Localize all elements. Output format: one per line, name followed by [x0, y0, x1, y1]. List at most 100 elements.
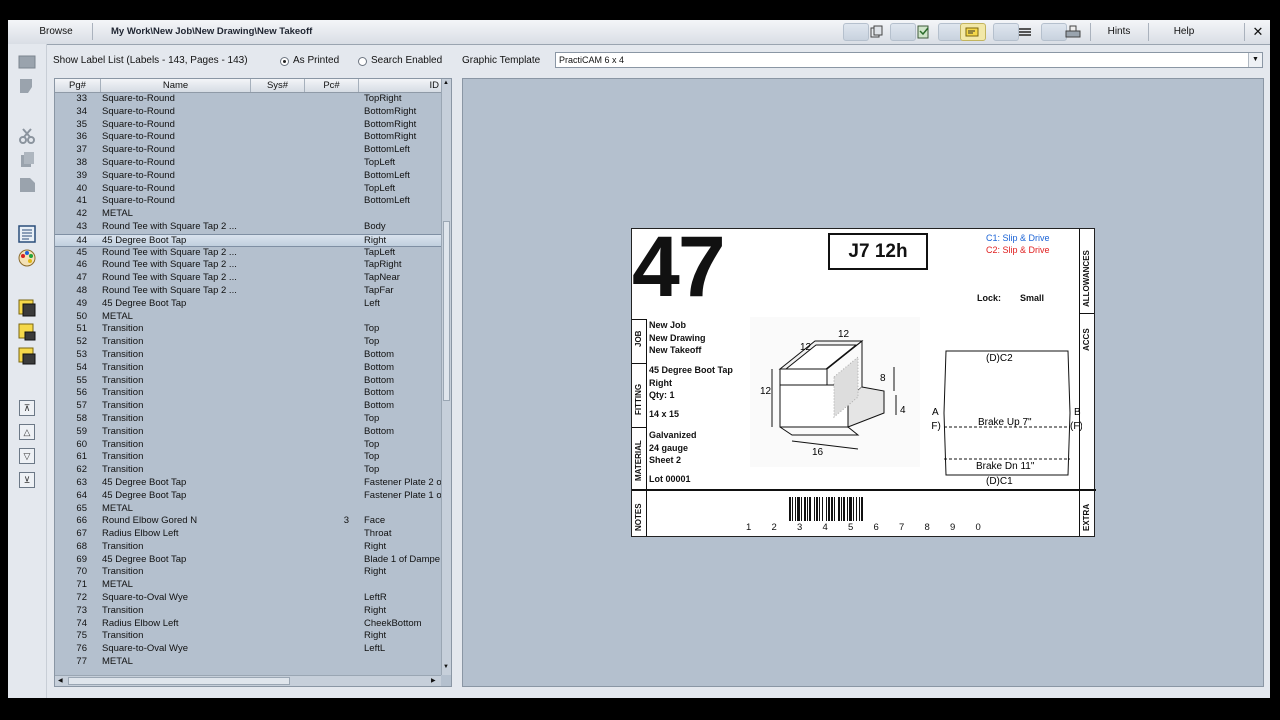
- table-row[interactable]: 46 Round Tee with Square Tap 2 ... TapRigh…: [55, 259, 441, 272]
- table-row[interactable]: 71 METAL: [55, 579, 441, 592]
- table-row[interactable]: 48 Round Tee with Square Tap 2 ... TapFar: [55, 285, 441, 298]
- table-row[interactable]: 55 Transition Bottom: [55, 375, 441, 388]
- table-row[interactable]: 52 Transition Top: [55, 336, 441, 349]
- cell-id: TapRight: [364, 259, 402, 271]
- table-row[interactable]: 43 Round Tee with Square Tap 2 ... Body: [55, 221, 441, 234]
- col-header-id[interactable]: ID: [359, 79, 441, 92]
- table-row[interactable]: 58 Transition Top: [55, 413, 441, 426]
- table-row[interactable]: 33 Square-to-Round TopRight: [55, 93, 441, 106]
- table-row[interactable]: 72 Square-to-Oval Wye LeftR: [55, 592, 441, 605]
- table-row[interactable]: 68 Transition Right: [55, 541, 441, 554]
- table-row[interactable]: 77 METAL: [55, 656, 441, 669]
- table-row[interactable]: 41 Square-to-Round BottomLeft: [55, 195, 441, 208]
- cell-id: Top: [364, 412, 380, 424]
- table-row[interactable]: 50 METAL: [55, 311, 441, 324]
- help-button[interactable]: Help: [1154, 23, 1214, 41]
- as-printed-radio[interactable]: As Printed: [280, 55, 339, 67]
- label-number: 47: [632, 219, 726, 315]
- scroll-down-icon[interactable]: ▼: [443, 664, 449, 670]
- palette-icon[interactable]: [16, 248, 38, 268]
- hints-button[interactable]: Hints: [1094, 23, 1144, 41]
- move-down-icon[interactable]: ▽: [19, 448, 35, 464]
- browse-button[interactable]: Browse: [20, 23, 93, 40]
- cell-name: Transition: [102, 451, 144, 463]
- label-card[interactable]: 4 7 J7 12h C1: Slip & Drive C2: Slip & Dr…: [631, 223, 1096, 537]
- table-row[interactable]: 69 45 Degree Boot Tap Blade 1 of Dampe: [55, 554, 441, 567]
- print-selected-icon[interactable]: [16, 322, 38, 342]
- table-row[interactable]: 64 45 Degree Boot Tap Fastener Plate 1 o: [55, 490, 441, 503]
- col-header-pc[interactable]: Pc#: [305, 79, 359, 92]
- table-row[interactable]: 38 Square-to-Round TopLeft: [55, 157, 441, 170]
- table-row[interactable]: 37 Square-to-Round BottomLeft: [55, 144, 441, 157]
- table-row[interactable]: 49 45 Degree Boot Tap Left: [55, 298, 441, 311]
- col-header-name[interactable]: Name: [101, 79, 251, 92]
- cell-id: BottomLeft: [364, 169, 410, 181]
- table-row[interactable]: 70 Transition Right: [55, 566, 441, 579]
- cut-icon[interactable]: [16, 126, 38, 146]
- barcode-bar: [841, 497, 842, 521]
- col-header-sys[interactable]: Sys#: [251, 79, 305, 92]
- print-labels-icon[interactable]: [16, 298, 38, 318]
- table-row[interactable]: 53 Transition Bottom: [55, 349, 441, 362]
- table-row[interactable]: 66 Round Elbow Gored N 3 Face: [55, 515, 441, 528]
- table-row[interactable]: 60 Transition Top: [55, 439, 441, 452]
- barcode-bar: [853, 497, 854, 521]
- cell-pg: 63: [76, 476, 87, 488]
- table-row[interactable]: 75 Transition Right: [55, 630, 441, 643]
- edit-note-icon[interactable]: [16, 76, 38, 96]
- table-row[interactable]: 73 Transition Right: [55, 605, 441, 618]
- vertical-scrollbar[interactable]: ▲ ▼: [441, 79, 451, 675]
- divider: [632, 427, 646, 428]
- table-row[interactable]: 47 Round Tee with Square Tap 2 ... TapNear: [55, 272, 441, 285]
- table-row[interactable]: 54 Transition Bottom: [55, 362, 441, 375]
- table-row[interactable]: 45 Round Tee with Square Tap 2 ... TapLeft: [55, 247, 441, 260]
- label-list-icon[interactable]: [16, 224, 38, 244]
- table-row[interactable]: 42 METAL: [55, 208, 441, 221]
- table-row[interactable]: 76 Square-to-Oval Wye LeftL: [55, 643, 441, 656]
- table-row[interactable]: 44 45 Degree Boot Tap Right: [55, 233, 441, 247]
- label-edit-icon[interactable]: [960, 23, 986, 41]
- table-row[interactable]: 59 Transition Bottom: [55, 426, 441, 439]
- paste-icon[interactable]: [16, 174, 38, 194]
- table-row[interactable]: 35 Square-to-Round BottomRight: [55, 119, 441, 132]
- table-row[interactable]: 74 Radius Elbow Left CheekBottom: [55, 618, 441, 631]
- chevron-down-icon[interactable]: ▼: [1248, 53, 1262, 67]
- table-row[interactable]: 65 METAL: [55, 503, 441, 516]
- save-icon[interactable]: [910, 23, 936, 41]
- table-row[interactable]: 61 Transition Top: [55, 451, 441, 464]
- copy-icon[interactable]: [16, 150, 38, 170]
- cell-pg: 46: [76, 259, 87, 271]
- table-row[interactable]: 56 Transition Bottom: [55, 387, 441, 400]
- scroll-left-icon[interactable]: ◀: [58, 676, 63, 686]
- table-row[interactable]: 39 Square-to-Round BottomLeft: [55, 170, 441, 183]
- print-range-icon[interactable]: [16, 346, 38, 366]
- scroll-right-icon[interactable]: ▶: [431, 676, 436, 686]
- fitting-drawing: 12 12 12 8 4 16: [750, 317, 920, 467]
- move-up-icon[interactable]: △: [19, 424, 35, 440]
- scroll-thumb[interactable]: [443, 221, 450, 401]
- table-row[interactable]: 57 Transition Bottom: [55, 400, 441, 413]
- scroll-up-icon[interactable]: ▲: [443, 80, 449, 86]
- search-enabled-radio[interactable]: Search Enabled: [358, 55, 442, 67]
- table-row[interactable]: 63 45 Degree Boot Tap Fastener Plate 2 o: [55, 477, 441, 490]
- stack-icon[interactable]: [1012, 23, 1038, 41]
- horizontal-scrollbar[interactable]: ◀ ▶: [55, 675, 441, 686]
- close-button[interactable]: ✕: [1248, 23, 1268, 41]
- new-label-icon[interactable]: [16, 52, 38, 72]
- table-row[interactable]: 40 Square-to-Round TopLeft: [55, 183, 441, 196]
- table-row[interactable]: 36 Square-to-Round BottomRight: [55, 131, 441, 144]
- graphic-template-select[interactable]: PractiCAM 6 x 4 ▼: [555, 52, 1263, 68]
- cell-pg: 77: [76, 656, 87, 668]
- col-header-pg[interactable]: Pg#: [55, 79, 101, 92]
- copy-label-icon[interactable]: [863, 23, 889, 41]
- cell-name: 45 Degree Boot Tap: [102, 297, 187, 309]
- table-row[interactable]: 51 Transition Top: [55, 323, 441, 336]
- table-row[interactable]: 67 Radius Elbow Left Throat: [55, 528, 441, 541]
- print-icon[interactable]: [1060, 23, 1086, 41]
- table-row[interactable]: 62 Transition Top: [55, 464, 441, 477]
- move-bottom-icon[interactable]: ⊻: [19, 472, 35, 488]
- scroll-thumb[interactable]: [68, 677, 290, 685]
- cell-pg: 70: [76, 566, 87, 578]
- move-top-icon[interactable]: ⊼: [19, 400, 35, 416]
- table-row[interactable]: 34 Square-to-Round BottomRight: [55, 106, 441, 119]
